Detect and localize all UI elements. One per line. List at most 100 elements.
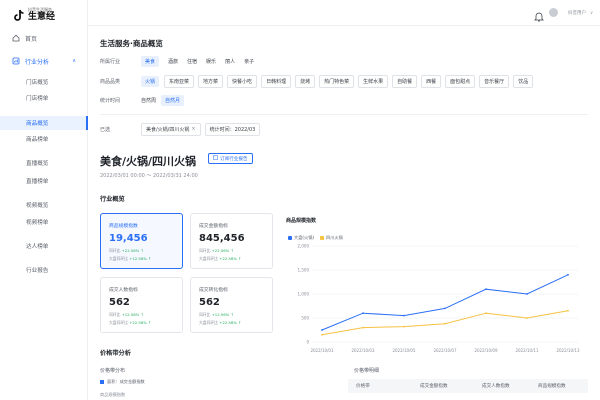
filter-option[interactable]: 音乐餐厅 [479, 74, 510, 88]
kpi-card-deal-users[interactable]: 成交人数指标 562 同环比 +12.56% ↑ 大盘同环比 +22.56% ↑ [100, 277, 183, 333]
arrow-up-icon: ↑ [140, 248, 144, 253]
section-title-overview: 行业概览 [100, 196, 125, 203]
x-tick-label: 2022/10/13 [556, 348, 580, 353]
filter-option[interactable]: 烧烤 [295, 74, 316, 88]
data-point[interactable] [321, 333, 323, 336]
kpi-market-compare: 大盘同环比 +12.56% ↑ [109, 256, 152, 261]
kpi-label: 成交人数指标 [109, 288, 138, 293]
sidebar-item-product-rank[interactable]: 商品榜单 [0, 132, 88, 146]
section-title-price: 价格带分析 [100, 350, 131, 357]
username[interactable]: 抖音用户 [568, 10, 586, 16]
sidebar-item-label: 商品榜单 [26, 137, 49, 143]
data-point[interactable] [567, 273, 569, 276]
filter-option[interactable]: 东南亚菜 [164, 74, 195, 88]
sidebar-item-store-overview[interactable]: 门店概览 [0, 75, 88, 89]
arrow-up-icon: ↑ [230, 312, 234, 317]
data-point[interactable] [485, 312, 487, 315]
sidebar-item-home[interactable]: 首页 [0, 31, 88, 45]
filter-option[interactable]: 饮品 [513, 74, 534, 88]
kpi-card-deal-amount[interactable]: 成交金额指标 845,456 同环比 +22.56% ↑ 大盘同环比 +22.5… [190, 213, 273, 269]
app-root: 抖音生活服务 生意经 首页 行业分析 ∧ 门店概览 门店榜单 商品概览 商品榜单… [0, 0, 600, 400]
filter-option[interactable]: 自然周 [141, 95, 156, 106]
data-point[interactable] [444, 307, 446, 310]
sidebar-item-video-overview[interactable]: 视频概览 [0, 198, 88, 212]
data-point[interactable] [403, 314, 405, 317]
filter-time: 统计时间 自然周 自然月 [100, 94, 193, 106]
sidebar-item-live-rank[interactable]: 直播榜单 [0, 174, 88, 188]
douyin-logo-icon [12, 8, 25, 22]
date-range: 2022/03/01 00:00 ～ 2022/03/31 24:00 [100, 173, 198, 179]
sidebar-item-product-overview[interactable]: 商品概览 [0, 116, 88, 130]
table-header-cell: 价格带 [356, 384, 370, 389]
data-point[interactable] [567, 309, 569, 312]
sidebar-item-talent-rank[interactable]: 达人榜单 [0, 239, 88, 253]
filter-option[interactable]: 日韩料理 [261, 74, 292, 88]
table-header-cell: 成交人数指数 [482, 384, 510, 389]
main-content: 生活服务·商品概览 所属行业 美食 酒旅 住宿 娱乐 丽人 亲子 商品品类 火锅… [88, 26, 600, 400]
filter-option[interactable]: 美食 [141, 55, 160, 67]
chevron-down-icon[interactable]: ∨ [590, 10, 593, 15]
filter-option[interactable]: 亲子 [244, 56, 254, 67]
page-title: 生活服务·商品概览 [100, 39, 163, 48]
avatar[interactable] [549, 8, 558, 17]
selected-chip[interactable]: 美食/火锅/四川火锅 × [141, 122, 201, 136]
filter-option[interactable]: 娱乐 [206, 56, 216, 67]
filter-option[interactable]: 住宿 [187, 56, 197, 67]
price-legend: 面积：成交金额指数 [100, 379, 145, 385]
sidebar-group-industry[interactable]: 行业分析 ∧ [0, 54, 88, 68]
report-icon [213, 155, 218, 162]
data-point[interactable] [526, 293, 528, 295]
kpi-label: 成交转化指标 [199, 288, 228, 293]
sidebar-item-video-rank[interactable]: 视频榜单 [0, 215, 88, 229]
filter-option[interactable]: 酒旅 [168, 56, 178, 67]
filter-option[interactable]: 自然月 [161, 94, 185, 106]
filter-option[interactable]: 西餐 [421, 74, 442, 88]
x-tick-label: 2022/10/11 [515, 348, 539, 353]
sidebar-item-label: 门店榜单 [26, 96, 49, 102]
bell-icon[interactable] [534, 7, 544, 22]
data-point[interactable] [403, 325, 405, 328]
subscribe-report-button[interactable]: 订阅行业报告 [208, 153, 253, 164]
series-line-0[interactable] [321, 274, 569, 331]
sidebar-item-industry-report[interactable]: 行业报告 [0, 263, 88, 277]
filter-option[interactable]: 自助餐 [392, 74, 418, 88]
filter-option[interactable]: 热门特色菜 [319, 74, 355, 88]
kpi-card-product-scale[interactable]: 商品规模指数 19,456 同环比 +22.56% ↑ 大盘同环比 +12.56… [100, 213, 183, 269]
selected-filters: 已选 美食/火锅/四川火锅 × 统计时间：2022/03 [100, 122, 264, 136]
selected-chip[interactable]: 统计时间：2022/03 [204, 122, 261, 136]
x-tick-label: 2022/10/07 [433, 348, 457, 353]
data-point[interactable] [526, 317, 528, 319]
legend-item[interactable]: 四川火锅 [320, 235, 343, 241]
sidebar: 抖音生活服务 生意经 首页 行业分析 ∧ 门店概览 门店榜单 商品概览 商品榜单… [0, 0, 88, 400]
filter-option[interactable]: 快餐小吃 [227, 74, 258, 88]
sidebar-item-live-overview[interactable]: 直播概览 [0, 156, 88, 170]
filter-option[interactable]: 面包甜点 [445, 74, 476, 88]
data-point[interactable] [444, 322, 446, 325]
kpi-card-conversion[interactable]: 成交转化指标 562 同环比 +12.56% ↑ 大盘同环比 +22.56% ↑ [190, 277, 273, 333]
data-point[interactable] [485, 288, 487, 291]
legend-swatch [288, 236, 292, 240]
filter-option[interactable]: 地方菜 [198, 74, 224, 88]
legend-swatch [100, 380, 104, 384]
data-point[interactable] [321, 329, 323, 331]
data-point[interactable] [362, 312, 364, 315]
y-tick-label: 1,000 [298, 292, 310, 297]
sidebar-item-label: 直播概览 [26, 161, 49, 167]
legend-item[interactable]: 大盘(火锅) [288, 235, 314, 241]
y-tick-label: 1,500 [298, 268, 310, 273]
chip-label: 美食/火锅/四川火锅 [146, 126, 190, 133]
legend-swatch [320, 236, 325, 240]
filter-option[interactable]: 丽人 [225, 56, 235, 67]
sidebar-item-label: 达人榜单 [26, 244, 49, 250]
filter-option[interactable]: 生鲜水果 [358, 74, 389, 88]
sidebar-item-store-rank[interactable]: 门店榜单 [0, 91, 88, 105]
filter-category: 商品品类 火锅 东南亚菜 地方菜 快餐小吃 日韩料理 烧烤 热门特色菜 生鲜水果… [100, 74, 537, 88]
data-point[interactable] [362, 326, 364, 329]
close-icon[interactable]: × [191, 126, 195, 132]
arrow-up-icon: ↑ [238, 320, 242, 325]
x-tick-label: 2022/10/03 [351, 348, 375, 353]
app-logo[interactable]: 抖音生活服务 生意经 [12, 6, 55, 24]
arrow-up-icon: ↑ [148, 256, 152, 261]
filter-option[interactable]: 火锅 [141, 75, 160, 87]
chart-icon [12, 57, 20, 65]
